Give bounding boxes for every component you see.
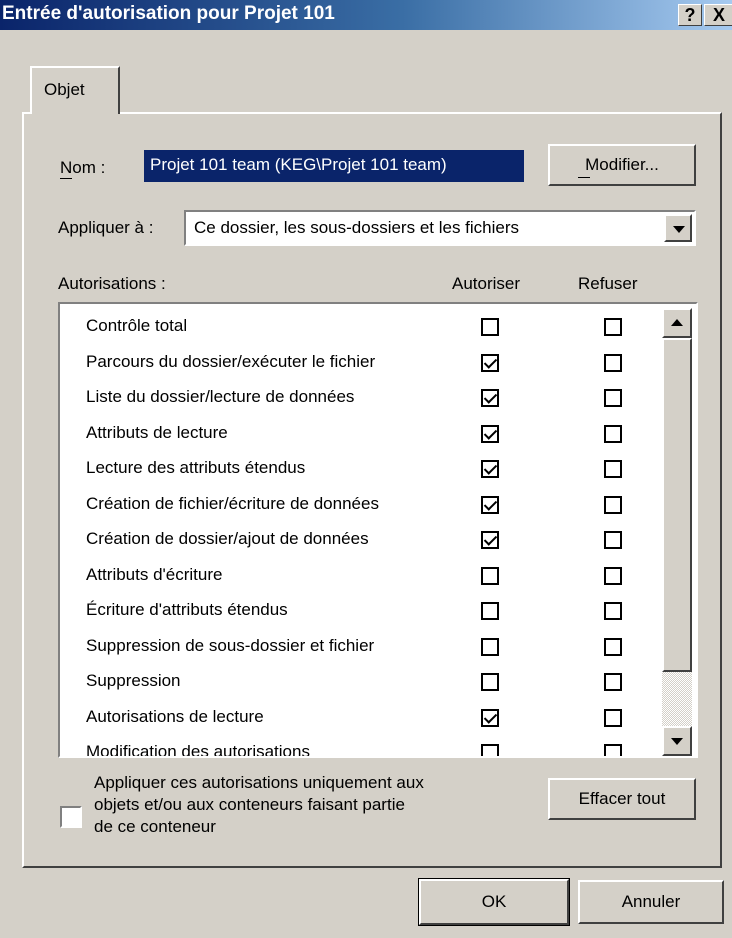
permission-row: Parcours du dossier/exécuter le fichier [60, 348, 660, 382]
apply-only-line3: de ce conteneur [94, 817, 216, 836]
apply-only-line2: objets et/ou aux conteneurs faisant part… [94, 795, 405, 814]
permission-row: Autorisations de lecture [60, 703, 660, 737]
deny-checkbox[interactable] [604, 424, 622, 443]
permission-row: Liste du dossier/lecture de données [60, 383, 660, 417]
close-button[interactable]: X [704, 4, 732, 26]
clear-all-label: Effacer tout [578, 789, 666, 808]
allow-checkbox[interactable] [481, 495, 499, 514]
scroll-down-button[interactable] [662, 726, 692, 756]
apply-to-dropdown-button[interactable] [664, 214, 692, 242]
help-button[interactable]: ? [678, 4, 702, 26]
allow-checkbox[interactable] [481, 531, 499, 549]
apply-to-value: Ce dossier, les sous-dossiers et les fic… [194, 218, 520, 237]
apply-to-select[interactable]: Ce dossier, les sous-dossiers et les fic… [184, 210, 696, 246]
permission-label: Écriture d'attributs étendus [86, 600, 288, 619]
deny-checkbox[interactable] [604, 708, 622, 727]
ok-button-label: OK [481, 892, 507, 911]
permission-row: Contrôle total [60, 312, 660, 346]
deny-checkbox[interactable] [604, 566, 622, 585]
apply-to-label: Appliquer à : [58, 218, 154, 237]
permission-row: Lecture des attributs étendus [60, 454, 660, 488]
deny-checkbox[interactable] [604, 353, 622, 372]
name-label-text: Nom : [60, 158, 106, 177]
modify-accelerator [578, 177, 590, 178]
allow-checkbox[interactable] [481, 673, 499, 691]
name-label: Nom : [60, 158, 105, 178]
permission-row: Attributs d'écriture [60, 561, 660, 595]
permission-row: Écriture d'attributs étendus [60, 596, 660, 630]
deny-checkbox[interactable] [604, 602, 622, 620]
allow-checkbox[interactable] [481, 744, 499, 756]
permission-label: Création de fichier/écriture de données [86, 493, 379, 513]
scroll-down-icon [671, 738, 683, 745]
deny-checkbox[interactable] [604, 744, 622, 756]
allow-checkbox[interactable] [481, 602, 499, 620]
scroll-up-button[interactable] [662, 308, 692, 338]
scroll-track[interactable] [662, 672, 692, 726]
window-title: Entrée d'autorisation pour Projet 101 [2, 3, 335, 24]
permissions-list[interactable]: Contrôle total Parcours du dossier/exécut… [60, 304, 696, 756]
modify-button[interactable]: Modifier... [548, 144, 696, 186]
permission-row: Modification des autorisations [60, 738, 660, 756]
deny-checkbox[interactable] [604, 495, 622, 514]
deny-checkbox[interactable] [604, 531, 622, 549]
deny-header: Refuser [578, 274, 638, 293]
allow-checkbox[interactable] [481, 708, 499, 727]
permission-label: Suppression [86, 671, 181, 690]
chevron-down-icon [673, 226, 685, 233]
vertical-scrollbar[interactable] [662, 308, 692, 756]
close-icon: X [712, 5, 725, 25]
allow-checkbox[interactable] [481, 424, 499, 443]
ok-button[interactable]: OK [419, 879, 569, 925]
scroll-thumb[interactable] [662, 338, 692, 672]
modify-button-label: Modifier... [585, 155, 659, 174]
clear-all-button[interactable]: Effacer tout [548, 778, 696, 820]
tab-objet-label: Objet [44, 80, 85, 99]
permission-row: Suppression de sous-dossier et fichier [60, 632, 660, 666]
permission-label: Liste du dossier/lecture de données [86, 387, 355, 406]
permission-row: Suppression [60, 667, 660, 701]
allow-checkbox[interactable] [481, 460, 499, 478]
allow-header: Autoriser [452, 274, 521, 293]
cancel-button[interactable]: Annuler [578, 880, 724, 924]
scroll-up-icon [671, 319, 683, 326]
deny-checkbox[interactable] [604, 673, 622, 691]
permission-label: Suppression de sous-dossier et fichier [86, 635, 375, 655]
permission-row: Création de fichier/écriture de données [60, 490, 660, 524]
permissions-header: Autorisations : [58, 274, 166, 293]
deny-checkbox[interactable] [604, 389, 622, 407]
allow-checkbox[interactable] [481, 353, 499, 372]
apply-only-checkbox[interactable] [60, 806, 82, 828]
permission-label: Contrôle total [86, 316, 188, 335]
deny-checkbox[interactable] [604, 460, 622, 478]
permission-label: Autorisations de lecture [86, 706, 264, 726]
permission-label: Création de dossier/ajout de données [86, 529, 369, 548]
permission-label: Parcours du dossier/exécuter le fichier [86, 351, 376, 371]
name-label-accelerator [60, 178, 72, 179]
allow-checkbox[interactable] [481, 637, 499, 656]
apply-only-line1: Appliquer ces autorisations uniquement a… [94, 773, 424, 792]
permission-label: Modification des autorisations [86, 742, 310, 756]
name-field[interactable]: Projet 101 team (KEG\Projet 101 team) [144, 150, 524, 182]
permission-label: Attributs d'écriture [86, 564, 223, 584]
deny-checkbox[interactable] [604, 318, 622, 336]
permission-row: Attributs de lecture [60, 419, 660, 453]
permission-row: Création de dossier/ajout de données [60, 525, 660, 559]
name-field-value: Projet 101 team (KEG\Projet 101 team) [150, 155, 447, 174]
permission-label: Attributs de lecture [86, 422, 228, 442]
allow-checkbox[interactable] [481, 566, 499, 585]
deny-checkbox[interactable] [604, 637, 622, 656]
allow-checkbox[interactable] [481, 318, 499, 336]
apply-only-label: Appliquer ces autorisations uniquement a… [94, 772, 424, 838]
cancel-button-label: Annuler [621, 892, 681, 911]
allow-checkbox[interactable] [481, 389, 499, 407]
permission-label: Lecture des attributs étendus [86, 458, 306, 477]
help-icon: ? [684, 5, 696, 25]
tab-objet[interactable]: Objet [30, 66, 120, 114]
title-bar[interactable]: Entrée d'autorisation pour Projet 101 ? … [0, 0, 732, 30]
